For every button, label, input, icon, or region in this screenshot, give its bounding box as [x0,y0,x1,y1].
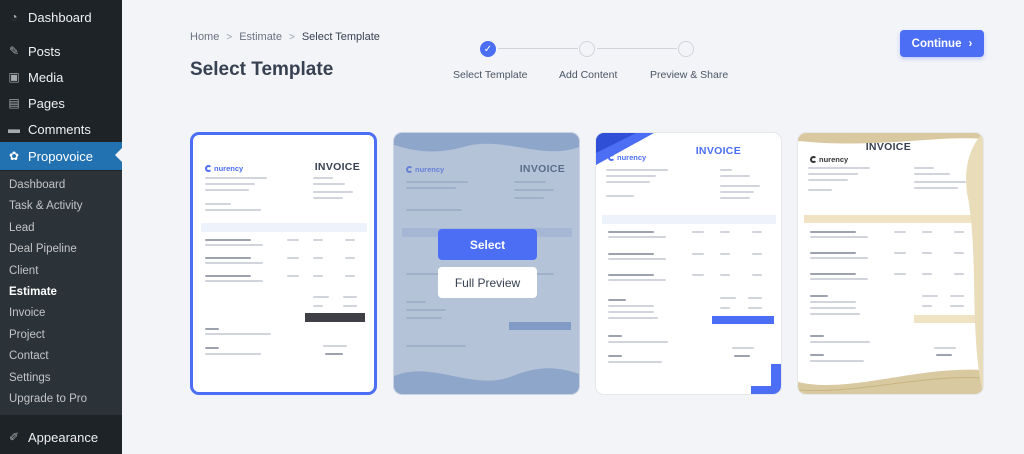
chevron-right-icon: > [226,31,233,43]
page-title: Select Template [190,59,334,80]
step-connector [498,48,578,49]
select-button[interactable]: Select [438,229,537,260]
submenu-task-activity[interactable]: Task & Activity [9,200,83,212]
menu-pages[interactable]: ▤ Pages [0,90,122,116]
logo: nurency [205,164,243,173]
logo-text: nurency [214,164,244,173]
template-card-2[interactable]: nurency INVOICE Select Full Preview [393,132,580,395]
breadcrumb: Home > Estimate > Select Template [190,31,380,43]
submenu-dashboard[interactable]: Dashboard [9,179,65,191]
submenu-invoice[interactable]: Invoice [9,307,45,319]
template-card-3[interactable]: nurency INVOICE [595,132,782,395]
breadcrumb-home[interactable]: Home [190,31,219,43]
logo-text: nurency [617,153,647,162]
step-circle [579,41,595,57]
menu-propovoice-label: Propovoice [28,148,94,164]
invoice-title: INVOICE [865,141,911,153]
continue-button[interactable]: Continue › [900,30,984,57]
template-card-1[interactable]: nurency INVOICE [190,132,377,395]
submenu-contact[interactable]: Contact [9,350,49,362]
step-connector [597,48,677,49]
wave-decoration [798,369,983,394]
pin-icon: ✎ [8,44,20,58]
menu-comments[interactable]: ▬ Comments [0,116,122,142]
menu-dashboard-label: Dashboard [28,9,92,25]
brush-icon: ✐ [8,430,20,444]
submenu-project[interactable]: Project [9,329,45,341]
submenu-upgrade[interactable]: Upgrade to Pro [9,393,87,405]
menu-dashboard[interactable]: ◔ Dashboard [0,4,122,30]
breadcrumb-current: Select Template [301,31,380,43]
menu-propovoice[interactable]: ✿ Propovoice [0,142,122,170]
step-label-add-content: Add Content [559,69,618,81]
corner-decoration [751,364,781,394]
submenu-lead[interactable]: Lead [9,222,35,234]
submenu-settings[interactable]: Settings [9,372,51,384]
continue-label: Continue [911,37,962,50]
logo: nurency [810,155,848,164]
chevron-right-icon: › [968,37,973,50]
full-preview-button[interactable]: Full Preview [438,267,537,298]
pages-icon: ▤ [8,96,20,110]
invoice-preview: nurency INVOICE [193,135,374,392]
submenu-estimate[interactable]: Estimate [9,286,57,298]
menu-appearance[interactable]: ✐ Appearance [0,424,122,450]
menu-pages-label: Pages [28,95,65,111]
admin-sidebar: ◔ Dashboard ✎ Posts ▣ Media ▤ Pages ▬ Co… [0,0,122,454]
menu-media-label: Media [28,69,64,85]
menu-media[interactable]: ▣ Media [0,64,122,90]
side-decoration [966,133,983,394]
logo: nurency [608,153,646,162]
propovoice-submenu: Dashboard Task & Activity Lead Deal Pipe… [0,171,122,415]
dashboard-icon: ◔ [10,10,18,24]
comment-icon: ▬ [8,122,20,136]
invoice-title: INVOICE [314,161,360,173]
submenu-deal-pipeline[interactable]: Deal Pipeline [9,243,77,255]
step-label-select-template: Select Template [453,69,528,81]
invoice-title: INVOICE [695,145,741,157]
breadcrumb-estimate[interactable]: Estimate [239,31,282,43]
menu-posts[interactable]: ✎ Posts [0,38,122,64]
hover-overlay [394,133,579,394]
step-circle [678,41,694,57]
invoice-preview: nurency INVOICE [798,133,983,394]
menu-comments-label: Comments [28,121,91,137]
menu-posts-label: Posts [28,43,61,59]
logo-text: nurency [819,155,849,164]
chevron-right-icon: > [288,31,295,43]
check-icon: ✓ [480,41,496,57]
gear-icon: ✿ [8,149,20,163]
template-card-4[interactable]: nurency INVOICE [797,132,984,395]
invoice-preview: nurency INVOICE [596,133,781,394]
step-label-preview-share: Preview & Share [650,69,729,81]
submenu-client[interactable]: Client [9,265,38,277]
media-icon: ▣ [8,70,20,84]
progress-stepper: ✓ Select Template Add Content Preview & … [440,40,740,90]
menu-appearance-label: Appearance [28,429,99,445]
